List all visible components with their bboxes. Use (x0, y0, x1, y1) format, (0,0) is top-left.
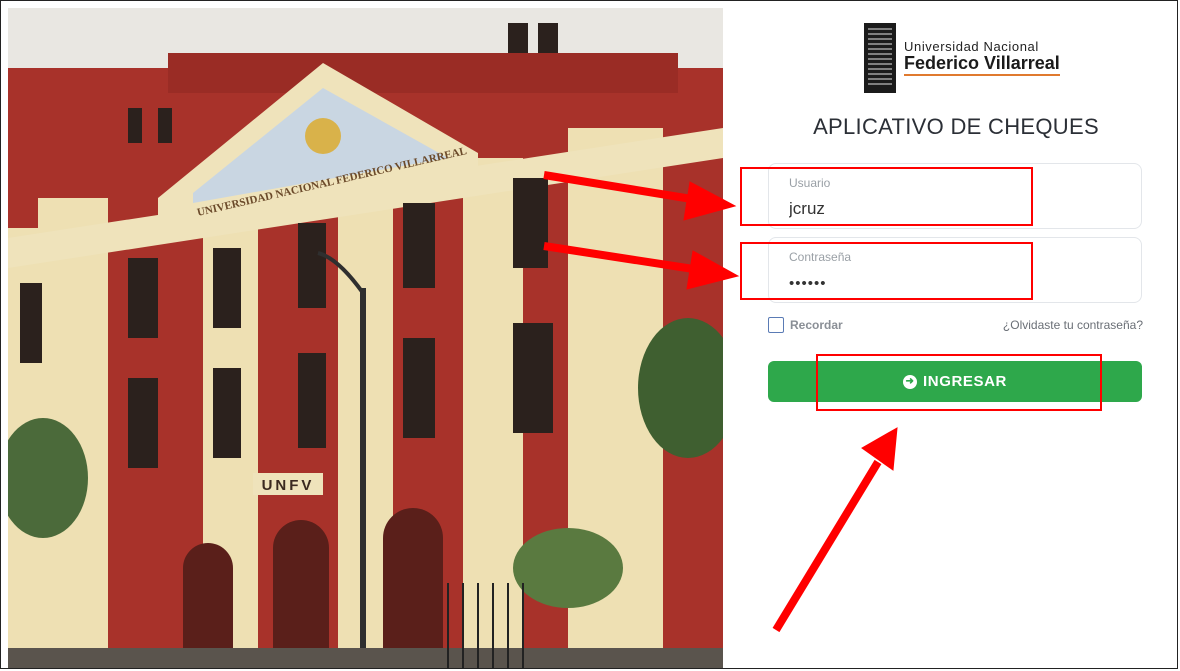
password-field[interactable]: Contraseña (768, 237, 1142, 303)
forgot-password-link[interactable]: ¿Olvidaste tu contraseña? (1003, 318, 1143, 332)
username-input[interactable] (789, 196, 1109, 222)
password-label: Contraseña (789, 250, 852, 264)
building-photo: UNIVERSIDAD NACIONAL FEDERICO VILLARREAL (8, 8, 723, 668)
username-label: Usuario (789, 176, 831, 190)
login-button[interactable]: ➜ INGRESAR (768, 361, 1142, 402)
unfv-sign: UNFV (262, 477, 315, 494)
university-crest-icon (864, 23, 896, 93)
logo-line1: Universidad Nacional (904, 39, 1039, 55)
app-title: APLICATIVO DE CHEQUES (813, 114, 1099, 139)
logo-text: Universidad Nacional Federico Villarreal (904, 40, 1060, 76)
username-field[interactable]: Usuario (768, 163, 1142, 229)
login-button-label: INGRESAR (923, 373, 1007, 390)
remember-checkbox[interactable] (768, 317, 784, 333)
remember-label[interactable]: Recordar (790, 318, 843, 332)
remember-me[interactable]: Recordar (768, 317, 843, 333)
logo-line2: Federico Villarreal (904, 53, 1060, 76)
arrow-circle-right-icon: ➜ (903, 374, 917, 389)
password-input[interactable] (789, 270, 1109, 296)
university-logo: Universidad Nacional Federico Villarreal (864, 22, 1060, 94)
